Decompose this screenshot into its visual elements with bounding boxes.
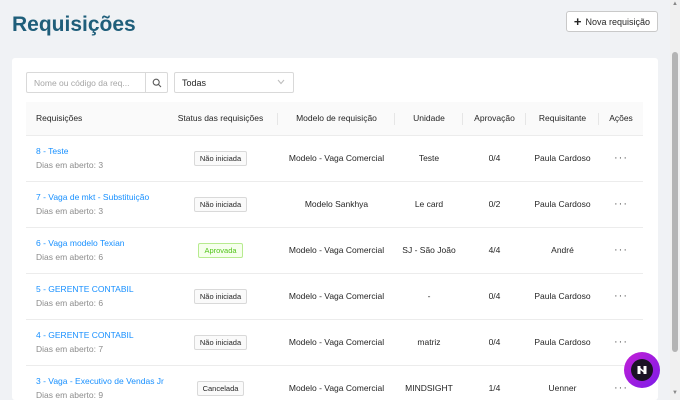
filters-bar: Todas — [26, 72, 294, 93]
more-actions-icon[interactable]: ··· — [614, 336, 628, 348]
search-button[interactable] — [145, 73, 167, 92]
status-badge: Não iniciada — [193, 150, 248, 166]
days-open: Dias em aberto: 3 — [36, 206, 104, 216]
column-header-status: Status das requisições — [163, 102, 278, 136]
requester-cell: Paula Cardoso — [526, 319, 599, 366]
model-cell: Modelo - Vaga Comercial — [278, 319, 395, 366]
requisitions-table: Requisições Status das requisições Model… — [26, 102, 643, 400]
chat-assistant-icon — [631, 359, 653, 381]
more-actions-icon[interactable]: ··· — [614, 152, 628, 164]
more-actions-icon[interactable]: ··· — [614, 290, 628, 302]
unit-cell: Teste — [395, 135, 463, 182]
approval-cell: 0/4 — [463, 135, 526, 182]
status-badge: Não iniciada — [193, 196, 248, 212]
column-header-requester: Requisitante — [526, 102, 599, 136]
requester-cell: Paula Cardoso — [526, 181, 599, 228]
table-row: 3 - Vaga - Executivo de Vendas Jr Dias em… — [26, 365, 643, 400]
chat-assistant-button[interactable] — [624, 352, 660, 388]
table-row: 4 - GERENTE CONTABIL Dias em aberto: 7 Nã… — [26, 319, 643, 366]
table-header-row: Requisições Status das requisições Model… — [26, 102, 643, 136]
approval-cell: 1/4 — [463, 365, 526, 400]
table-row: 7 - Vaga de mkt - Substituição Dias em ab… — [26, 181, 643, 228]
search-icon — [152, 78, 162, 87]
days-open: Dias em aberto: 6 — [36, 252, 104, 262]
status-badge: Cancelada — [196, 380, 245, 396]
unit-cell: - — [395, 273, 463, 320]
column-header-model: Modelo de requisição — [278, 102, 395, 136]
approval-cell: 0/2 — [463, 181, 526, 228]
column-header-approval: Aprovação — [463, 102, 526, 136]
more-actions-icon[interactable]: ··· — [614, 244, 628, 256]
status-filter-value: Todas — [182, 77, 207, 88]
table-row: 8 - Teste Dias em aberto: 3 Não iniciada … — [26, 135, 643, 182]
unit-cell: MINDSIGHT — [395, 365, 463, 400]
approval-cell: 0/4 — [463, 319, 526, 366]
chevron-down-icon — [277, 78, 285, 87]
status-badge: Aprovada — [198, 242, 243, 258]
requisition-link[interactable]: 8 - Teste — [36, 146, 163, 156]
requester-cell: Uenner — [526, 365, 599, 400]
column-header-actions: Ações — [599, 102, 643, 136]
search-box — [26, 72, 168, 93]
unit-cell: SJ - São João — [395, 227, 463, 274]
requisition-link[interactable]: 4 - GERENTE CONTABIL — [36, 330, 163, 340]
unit-cell: matriz — [395, 319, 463, 366]
requester-cell: Paula Cardoso — [526, 135, 599, 182]
column-header-requisitions: Requisições — [26, 102, 163, 136]
model-cell: Modelo Sankhya — [278, 181, 395, 228]
scroll-down-arrow-icon[interactable]: ▼ — [671, 390, 679, 398]
approval-cell: 4/4 — [463, 227, 526, 274]
scroll-up-arrow-icon[interactable]: ▲ — [671, 1, 679, 9]
requisitions-card: Todas Requisições Status das requisições… — [12, 58, 658, 400]
search-input[interactable] — [27, 73, 146, 92]
requisition-link[interactable]: 3 - Vaga - Executivo de Vendas Jr — [36, 376, 164, 386]
column-header-unit: Unidade — [395, 102, 463, 136]
model-cell: Modelo - Vaga Comercial — [278, 365, 395, 400]
new-requisition-label: Nova requisição — [585, 16, 651, 27]
new-requisition-button[interactable]: + Nova requisição — [566, 11, 658, 32]
days-open: Dias em aberto: 3 — [36, 160, 104, 170]
model-cell: Modelo - Vaga Comercial — [278, 273, 395, 320]
model-cell: Modelo - Vaga Comercial — [278, 227, 395, 274]
table-row: 6 - Vaga modelo Texian Dias em aberto: 6 … — [26, 227, 643, 274]
more-actions-icon[interactable]: ··· — [614, 382, 628, 394]
plus-icon: + — [573, 14, 582, 29]
requisition-link[interactable]: 7 - Vaga de mkt - Substituição — [36, 192, 163, 202]
requisition-link[interactable]: 5 - GERENTE CONTABIL — [36, 284, 163, 294]
unit-cell: Le card — [395, 181, 463, 228]
page-scrollbar[interactable]: ▲ ▼ — [670, 0, 680, 400]
page-title: Requisições — [12, 13, 136, 36]
days-open: Dias em aberto: 6 — [36, 298, 104, 308]
days-open: Dias em aberto: 7 — [36, 344, 104, 354]
more-actions-icon[interactable]: ··· — [614, 198, 628, 210]
scrollbar-thumb[interactable] — [672, 52, 678, 352]
days-open: Dias em aberto: 9 — [36, 390, 104, 400]
status-filter-select[interactable]: Todas — [174, 72, 294, 93]
requester-cell: Paula Cardoso — [526, 273, 599, 320]
status-badge: Não iniciada — [193, 334, 248, 350]
model-cell: Modelo - Vaga Comercial — [278, 135, 395, 182]
requisition-link[interactable]: 6 - Vaga modelo Texian — [36, 238, 163, 248]
table-row: 5 - GERENTE CONTABIL Dias em aberto: 6 Nã… — [26, 273, 643, 320]
requester-cell: André — [526, 227, 599, 274]
approval-cell: 0/4 — [463, 273, 526, 320]
status-badge: Não iniciada — [193, 288, 248, 304]
